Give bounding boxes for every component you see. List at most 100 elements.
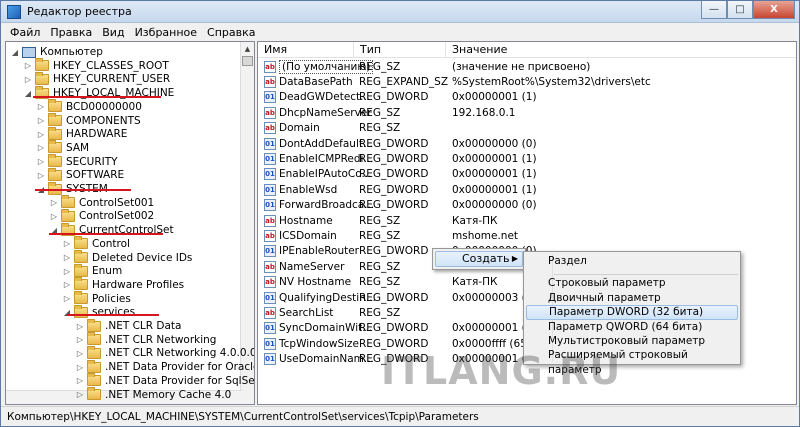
collapsed-arrow-icon[interactable]: ▷ bbox=[62, 253, 72, 262]
tree-item-label: SAM bbox=[66, 141, 90, 154]
value-row[interactable]: 01 DontAddDefault... REG_DWORD 0x00000000 (… bbox=[258, 136, 796, 151]
collapsed-arrow-icon[interactable]: ▷ bbox=[23, 61, 33, 70]
tree-item[interactable]: ▷ SAM bbox=[36, 140, 90, 155]
value-type: REG_SZ bbox=[359, 260, 401, 273]
folder-icon bbox=[74, 277, 88, 291]
collapsed-arrow-icon[interactable]: ▷ bbox=[36, 130, 46, 139]
collapsed-arrow-icon[interactable]: ▷ bbox=[62, 239, 72, 248]
tree-item[interactable]: ▷ HARDWARE bbox=[36, 126, 128, 141]
value-row[interactable]: ab DataBasePath REG_EXPAND_SZ %SystemRoot%\… bbox=[258, 74, 796, 89]
tree-item[interactable]: ◢ Компьютер bbox=[10, 45, 104, 59]
value-row[interactable]: 01 EnableWsd REG_DWORD 0x00000001 (1) bbox=[258, 182, 796, 197]
tree-item[interactable]: ◢ services bbox=[62, 304, 136, 319]
collapsed-arrow-icon[interactable]: ▷ bbox=[36, 157, 46, 166]
submenu-item[interactable]: Раздел bbox=[526, 254, 738, 269]
value-row[interactable]: 01 EnableICMPRedi... REG_DWORD 0x00000001 (… bbox=[258, 151, 796, 166]
menu-item-create[interactable]: Создать ▶ bbox=[435, 251, 523, 267]
menu-view[interactable]: Вид bbox=[97, 26, 129, 39]
tree-item[interactable]: ▷ HKEY_CURRENT_USER bbox=[23, 71, 171, 86]
collapsed-arrow-icon[interactable]: ▷ bbox=[75, 322, 85, 331]
tree-item[interactable]: ▷ .NET Memory Cache 4.0 bbox=[75, 387, 232, 402]
collapsed-arrow-icon[interactable]: ▷ bbox=[62, 280, 72, 289]
close-button[interactable]: X bbox=[753, 1, 795, 19]
tree-item[interactable]: ▷ .NET Data Provider for Oracle bbox=[75, 359, 254, 374]
collapsed-arrow-icon[interactable]: ▷ bbox=[36, 171, 46, 180]
expanded-arrow-icon[interactable]: ◢ bbox=[23, 89, 33, 98]
maximize-button[interactable]: □ bbox=[727, 1, 753, 19]
collapsed-arrow-icon[interactable]: ▷ bbox=[75, 335, 85, 344]
tree-item[interactable]: ▷ ControlSet001 bbox=[49, 195, 155, 210]
tree-item[interactable]: ▷ BCD00000000 bbox=[36, 99, 143, 114]
tree-item[interactable]: ▷ SECURITY bbox=[36, 154, 119, 169]
collapsed-arrow-icon[interactable]: ▷ bbox=[75, 363, 85, 372]
string-value-icon: ab bbox=[264, 122, 276, 135]
tree-item[interactable]: ▷ .NET CLR Networking bbox=[75, 332, 217, 347]
value-row[interactable]: ab ICSDomain REG_SZ mshome.net bbox=[258, 228, 796, 243]
value-data: %SystemRoot%\System32\drivers\etc bbox=[452, 75, 651, 88]
collapsed-arrow-icon[interactable]: ▷ bbox=[49, 212, 59, 221]
folder-icon bbox=[87, 332, 101, 346]
value-type: REG_SZ bbox=[359, 60, 401, 73]
collapsed-arrow-icon[interactable]: ▷ bbox=[36, 116, 46, 125]
collapsed-arrow-icon[interactable]: ▷ bbox=[75, 349, 85, 358]
column-header-type[interactable]: Тип bbox=[354, 42, 446, 58]
collapsed-arrow-icon[interactable]: ▷ bbox=[36, 102, 46, 111]
tree-item[interactable]: ▷ .NET Data Provider for SqlServe bbox=[75, 373, 254, 388]
tree-item[interactable]: ▷ Hardware Profiles bbox=[62, 277, 185, 292]
tree-item[interactable]: ▷ Policies bbox=[62, 291, 132, 306]
collapsed-arrow-icon[interactable]: ▷ bbox=[49, 198, 59, 207]
scroll-thumb[interactable] bbox=[242, 56, 253, 66]
folder-icon bbox=[87, 318, 101, 332]
tree-item[interactable]: ▷ Deleted Device IDs bbox=[62, 250, 193, 265]
submenu-item[interactable]: Параметр DWORD (32 бита) bbox=[526, 305, 738, 320]
tree-item[interactable]: ▷ HKEY_CLASSES_ROOT bbox=[23, 58, 170, 73]
value-type: REG_SZ bbox=[359, 106, 401, 119]
value-row[interactable]: ab Hostname REG_SZ Катя-ПК bbox=[258, 213, 796, 228]
submenu-item[interactable]: Строковый параметр bbox=[526, 276, 738, 291]
collapsed-arrow-icon[interactable]: ▷ bbox=[23, 75, 33, 84]
value-type: REG_SZ bbox=[359, 229, 401, 242]
value-name: Hostname bbox=[279, 214, 333, 227]
value-row[interactable]: 01 EnableIPAutoCo... REG_DWORD 0x00000001 (… bbox=[258, 167, 796, 182]
tree-item[interactable]: ▷ Enum bbox=[62, 263, 123, 278]
column-header-data[interactable]: Значение bbox=[446, 42, 796, 58]
collapsed-arrow-icon[interactable]: ▷ bbox=[62, 294, 72, 303]
value-row[interactable]: ab DhcpNameServer REG_SZ 192.168.0.1 bbox=[258, 105, 796, 120]
value-type: REG_SZ bbox=[359, 122, 401, 135]
value-row[interactable]: 01 DeadGWDetect... REG_DWORD 0x00000001 (1) bbox=[258, 90, 796, 105]
folder-icon bbox=[87, 359, 101, 373]
tree-item[interactable]: ▷ Control bbox=[62, 236, 131, 251]
menu-file[interactable]: Файл bbox=[5, 26, 45, 39]
minimize-button[interactable]: — bbox=[701, 1, 727, 19]
string-value-icon: ab bbox=[264, 276, 276, 289]
collapsed-arrow-icon[interactable]: ▷ bbox=[75, 376, 85, 385]
collapsed-arrow-icon[interactable]: ▷ bbox=[75, 390, 85, 399]
folder-icon bbox=[48, 113, 62, 126]
submenu-item[interactable]: Двоичный параметр bbox=[526, 291, 738, 306]
submenu-item[interactable]: Мультистроковый параметр bbox=[526, 334, 738, 349]
annotation-underline bbox=[67, 314, 159, 316]
value-type: REG_SZ bbox=[359, 306, 401, 319]
value-row[interactable]: ab Domain REG_SZ bbox=[258, 121, 796, 136]
scroll-up-arrow-icon[interactable]: ▲ bbox=[241, 42, 254, 56]
status-bar: Компьютер\HKEY_LOCAL_MACHINE\SYSTEM\Curr… bbox=[1, 406, 799, 426]
menu-help[interactable]: Справка bbox=[202, 26, 260, 39]
tree-item[interactable]: ▷ .NET CLR Data bbox=[75, 318, 182, 333]
tree-item[interactable]: ▷ COMPONENTS bbox=[36, 113, 142, 128]
tree-item[interactable]: ▷ .NET CLR Networking 4.0.0.0 bbox=[75, 345, 254, 360]
menu-favorites[interactable]: Избранное bbox=[130, 26, 202, 39]
value-data: 0x00000001 (1) bbox=[452, 152, 537, 165]
value-data: 0x00000000 (0) bbox=[452, 137, 537, 150]
tree-item[interactable]: ▷ ControlSet002 bbox=[49, 208, 155, 223]
collapsed-arrow-icon[interactable]: ▷ bbox=[62, 267, 72, 276]
tree-item[interactable]: ▷ SOFTWARE bbox=[36, 167, 125, 182]
create-submenu: Раздел Строковый параметр Двоичный парамет… bbox=[523, 251, 741, 376]
collapsed-arrow-icon[interactable]: ▷ bbox=[36, 143, 46, 152]
column-header-name[interactable]: Имя bbox=[258, 42, 354, 58]
expanded-arrow-icon[interactable]: ◢ bbox=[10, 48, 20, 57]
menu-edit[interactable]: Правка bbox=[45, 26, 97, 39]
value-row[interactable]: ab (По умолчанию) REG_SZ (значение не присв… bbox=[258, 59, 796, 74]
folder-icon bbox=[74, 250, 88, 263]
submenu-item[interactable]: Параметр QWORD (64 бита) bbox=[526, 320, 738, 335]
value-row[interactable]: 01 ForwardBroadca... REG_DWORD 0x00000000 (… bbox=[258, 198, 796, 213]
